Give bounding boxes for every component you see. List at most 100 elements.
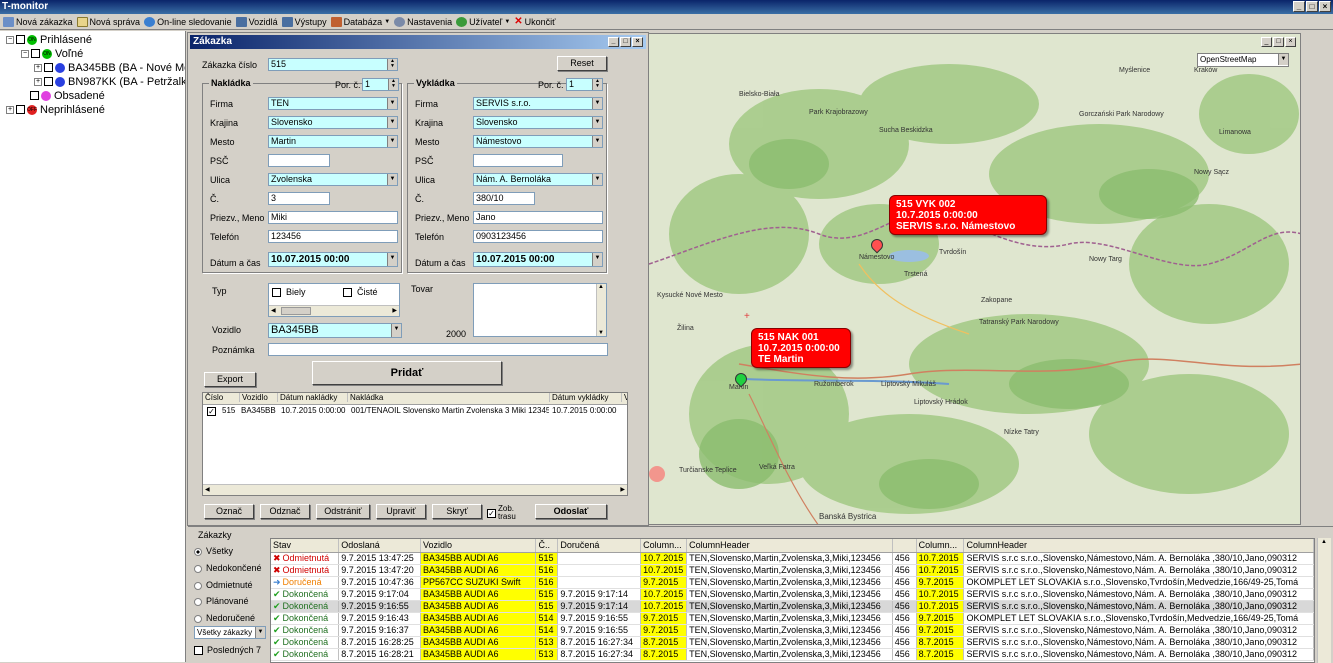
filter-rejected[interactable]: Odmietnuté (194, 580, 253, 590)
tree-node-not-logged[interactable]: + OFF Neprihlásené (6, 103, 105, 116)
table-row[interactable]: ➜ Doručená 9.7.2015 10:47:36 PP567CC SUZUKI… (271, 576, 1314, 589)
load-name-input[interactable]: Miki (268, 211, 398, 224)
load-order-input[interactable]: 1 ▲ ▼ (362, 78, 399, 91)
expand-icon[interactable]: + (34, 77, 42, 86)
filter-undelivered[interactable]: Nedoručené (194, 613, 255, 623)
tree-node-occupied[interactable]: Obsadené (30, 89, 105, 102)
column-header[interactable]: V (621, 393, 627, 402)
table-row[interactable]: ✖ Odmietnutá 9.7.2015 13:47:20 BA345BB AUDI… (271, 564, 1314, 577)
checkbox[interactable] (16, 105, 25, 114)
unload-firm-select[interactable]: SERVIS s.r.o. ▼ (473, 97, 603, 110)
export-button[interactable]: Export (204, 372, 256, 387)
load-phone-input[interactable]: 123456 (268, 230, 398, 243)
orders-grid[interactable]: Stav Odoslaná Vozidlo Č.. Doručená Column... C… (270, 538, 1315, 663)
unload-order-input[interactable]: 1 ▲ ▼ (566, 78, 603, 91)
scroll-left-icon[interactable]: ◀ (271, 306, 276, 316)
type-list[interactable]: Biely Čisté ◀ ▶ (268, 283, 400, 317)
table-row[interactable]: ✔ Dokončená 8.7.2015 16:28:25 BA345BB AUDI … (271, 636, 1314, 649)
tree-node-free[interactable]: − ON Voľné (21, 47, 83, 60)
unload-callout[interactable]: 515 VYK 002 10.7.2015 0:00:00 SERVIS s.r… (889, 195, 1047, 235)
column-header[interactable]: Doručená (557, 539, 642, 553)
radio-icon[interactable] (194, 614, 202, 623)
maximize-button[interactable]: □ (1306, 1, 1318, 12)
table-row[interactable]: ✔ Dokončená 9.7.2015 9:16:37 BA345BB AUDI A… (271, 624, 1314, 637)
checkbox[interactable] (44, 77, 53, 86)
table-row[interactable]: ✔ Dokončená 9.7.2015 9:17:04 BA345BB AUDI A… (271, 588, 1314, 601)
column-header[interactable]: Nakládka (347, 393, 383, 402)
edit-button[interactable]: Upraviť (376, 504, 426, 519)
load-number-input[interactable]: 3 (268, 192, 330, 205)
chevron-down-icon[interactable]: ▼ (387, 174, 397, 185)
scroll-left-icon[interactable]: ◀ (205, 485, 210, 495)
toolbar-database[interactable]: Databáza ▼ (330, 16, 390, 27)
order-number-input[interactable]: 515 ▲ ▼ (268, 58, 398, 71)
column-header[interactable]: Dátum nakládky (277, 393, 337, 402)
type-option-clean[interactable]: Čisté (343, 287, 378, 297)
goods-scrollbar[interactable]: ▲ ▼ (596, 284, 606, 336)
column-header[interactable]: Číslo (205, 393, 223, 402)
column-header[interactable]: Odoslaná (338, 539, 422, 553)
checkbox[interactable] (16, 35, 25, 44)
remove-button[interactable]: Odstrániť (316, 504, 370, 519)
expand-icon[interactable]: + (6, 105, 14, 114)
map-maximize-button[interactable]: □ (1273, 37, 1284, 47)
map-minimize-button[interactable]: _ (1261, 37, 1272, 47)
chevron-down-icon[interactable]: ▼ (592, 98, 602, 109)
close-button[interactable]: × (1319, 1, 1331, 12)
add-button[interactable]: Pridať (312, 361, 502, 385)
chevron-down-icon[interactable]: ▼ (387, 253, 397, 266)
vehicle-select[interactable]: BA345BB ▼ (268, 323, 402, 338)
tree-node-vehicle-2[interactable]: + BN987KK (BA - Petržalka) (34, 75, 185, 88)
scroll-right-icon[interactable]: ▶ (620, 485, 625, 495)
unload-phone-input[interactable]: 0903123456 (473, 230, 603, 243)
filter-all[interactable]: Všetky (194, 546, 233, 556)
chevron-down-icon[interactable]: ▼ (255, 627, 265, 638)
checkbox[interactable] (30, 91, 39, 100)
scroll-up-icon[interactable]: ▲ (1321, 539, 1327, 545)
chevron-down-icon[interactable]: ▼ (592, 253, 602, 266)
toolbar-new-order[interactable]: Nová zákazka (3, 16, 73, 27)
radio-icon[interactable] (194, 597, 202, 606)
toolbar-online-tracking[interactable]: On-line sledovanie (144, 16, 232, 27)
column-header[interactable]: Stav (271, 539, 340, 553)
table-row[interactable]: ✖ Odmietnutá 9.7.2015 13:47:25 BA345BB AUDI… (271, 552, 1314, 565)
minimize-button[interactable]: _ (1293, 1, 1305, 12)
column-header[interactable]: Č.. (535, 539, 559, 553)
tree-node-vehicle-1[interactable]: + BA345BB (BA - Nové Mesto) (34, 61, 185, 74)
dialog-order-list[interactable]: Číslo Vozidlo Dátum nakládky Nakládka Dá… (202, 392, 628, 496)
radio-icon[interactable] (194, 581, 202, 590)
reset-button[interactable]: Reset (557, 56, 607, 71)
recent-option[interactable]: Posledných 7 (194, 645, 261, 655)
scroll-down-icon[interactable]: ▼ (598, 330, 604, 336)
load-firm-select[interactable]: TEN ▼ (268, 97, 398, 110)
column-header[interactable] (892, 539, 917, 553)
send-button[interactable]: Odoslať (535, 504, 607, 519)
load-country-select[interactable]: Slovensko ▼ (268, 116, 398, 129)
toolbar-new-message[interactable]: Nová správa (76, 16, 140, 27)
chevron-down-icon[interactable]: ▼ (387, 117, 397, 128)
scroll-right-icon[interactable]: ▶ (392, 306, 397, 316)
map-window[interactable]: + Bielsko-Biała Nowy Sącz Žilina Martin … (648, 33, 1301, 525)
checkbox[interactable] (194, 645, 203, 655)
show-route-checkbox[interactable]: ✓ (487, 508, 496, 518)
collapse-icon[interactable]: − (6, 35, 14, 44)
note-input[interactable] (268, 343, 608, 356)
mark-button[interactable]: Označ (204, 504, 254, 519)
collapse-icon[interactable]: − (21, 49, 29, 58)
load-psc-input[interactable] (268, 154, 330, 167)
type-horizontal-scrollbar[interactable]: ◀ ▶ (269, 305, 399, 316)
unload-name-input[interactable]: Jano (473, 211, 603, 224)
list-row[interactable]: ✓ 515 BA345BB 10.7.2015 0:00:00 001/TENA… (203, 406, 627, 418)
map-close-button[interactable]: × (1285, 37, 1296, 47)
toolbar-outputs[interactable]: Výstupy (281, 16, 327, 27)
column-header[interactable]: Dátum vykládky (549, 393, 608, 402)
goods-textarea[interactable]: ▲ ▼ (473, 283, 607, 337)
checkbox[interactable] (343, 287, 352, 297)
radio-selected-icon[interactable] (194, 547, 202, 556)
load-street-select[interactable]: Zvolenska ▼ (268, 173, 398, 186)
checkbox[interactable] (31, 49, 40, 58)
unmark-button[interactable]: Odznač (260, 504, 310, 519)
table-row[interactable]: ✔ Dokončená 9.7.2015 9:16:43 BA345BB AUDI A… (271, 612, 1314, 625)
show-route-option[interactable]: ✓ Zob. trasu (487, 505, 520, 521)
unload-date-picker[interactable]: 10.07.2015 00:00 ▼ (473, 252, 603, 267)
